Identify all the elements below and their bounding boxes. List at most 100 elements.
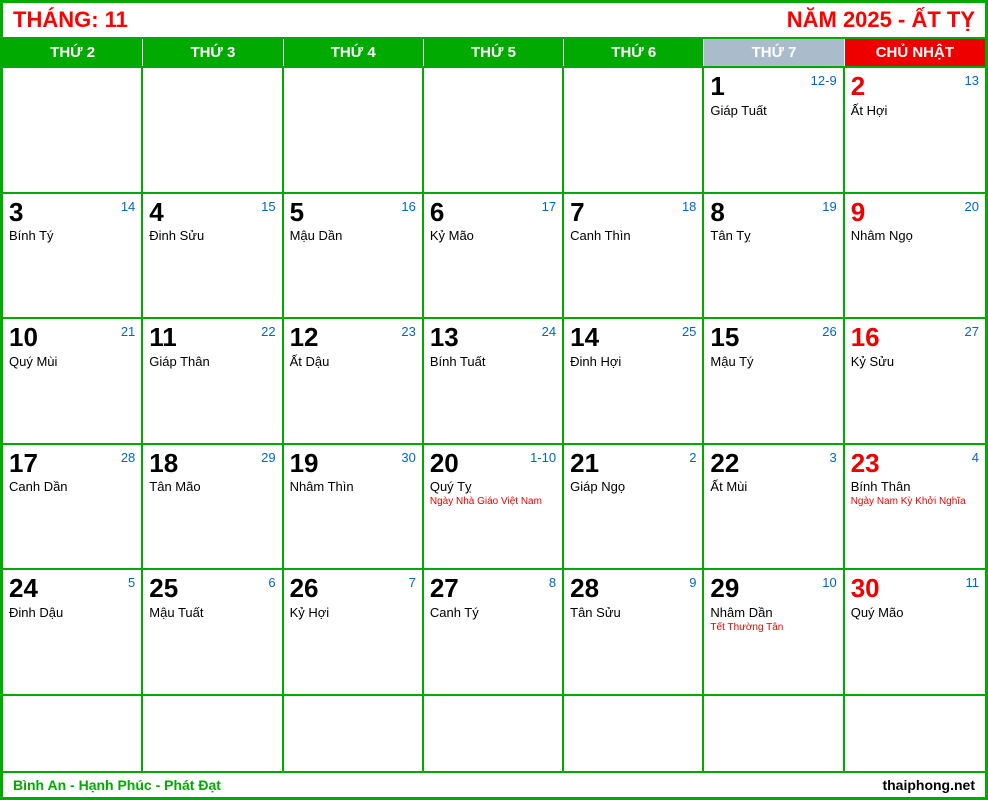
solar-date: 29 [710,574,739,603]
can-chi: Giáp Tuất [710,103,836,118]
solar-date: 18 [149,449,178,478]
calendar-wrapper: THÁNG: 11 NĂM 2025 - ẤT TỴ THỨ 2 THỨ 3 T… [0,0,988,800]
calendar-cell: 1425Đinh Hợi [564,319,704,445]
lunar-date: 21 [121,324,135,340]
can-chi: Mậu Tuất [149,605,275,620]
solar-date: 4 [149,198,163,227]
calendar-cell [845,696,985,772]
calendar-cell: 3011Quý Mão [845,570,985,696]
can-chi: Mậu Dần [290,228,416,243]
lunar-date: 8 [549,575,556,591]
lunar-date: 26 [822,324,836,340]
solar-date: 8 [710,198,724,227]
solar-date: 15 [710,323,739,352]
solar-date: 1 [710,72,724,101]
footer-left: Bình An - Hạnh Phúc - Phát Đạt [13,777,221,793]
can-chi: Bính Tuất [430,354,556,369]
can-chi: Giáp Thân [149,354,275,369]
calendar-cell: 13 24 Bính Tuất [424,319,564,445]
solar-date: 24 [9,574,38,603]
can-chi: Canh Dần [9,479,135,494]
calendar-cell: 718Canh Thìn [564,194,704,320]
solar-date: 17 [9,449,38,478]
can-chi: Quý Mão [851,605,979,620]
event-text: Ngày Nhà Giáo Việt Nam [430,496,556,508]
calendar-cell: 516Mậu Dần [284,194,424,320]
lunar-date: 14 [121,199,135,215]
lunar-date: 19 [822,199,836,215]
calendar-cell: 819Tân Tỵ [704,194,844,320]
can-chi: Tân Sửu [570,605,696,620]
lunar-date: 13 [965,73,979,89]
calendar-cell [424,68,564,194]
event-text: Ngày Nam Kỳ Khởi Nghĩa [851,496,979,508]
calendar-cell [424,696,564,772]
solar-date: 13 [430,323,459,352]
calendar-cell: 1021Quý Mùi [3,319,143,445]
lunar-date: 6 [268,575,275,591]
calendar-cell: 234Bính ThânNgày Nam Kỳ Khởi Nghĩa [845,445,985,571]
calendar-cell: 201-10Quý TỵNgày Nhà Giáo Việt Nam [424,445,564,571]
calendar-cell: 256Mậu Tuất [143,570,283,696]
solar-date: 7 [570,198,584,227]
calendar-cell [3,68,143,194]
calendar-cell: 267Kỷ Hợi [284,570,424,696]
solar-date: 20 [430,449,459,478]
calendar-cell [143,696,283,772]
calendar-cell [564,68,704,194]
can-chi: Mậu Tý [710,354,836,369]
calendar-cell: 27 8 Canh Tý [424,570,564,696]
lunar-date: 17 [542,199,556,215]
day-header-thu6: THỨ 6 [564,39,704,66]
calendar-cell: 920Nhâm Ngọ [845,194,985,320]
calendar-cell: 289Tân Sửu [564,570,704,696]
solar-date: 22 [710,449,739,478]
lunar-date: 18 [682,199,696,215]
solar-date: 27 [430,574,459,603]
calendar-cell: 24 5 Đinh Dậu [3,570,143,696]
calendar-cell [704,696,844,772]
lunar-date: 30 [401,450,415,466]
lunar-date: 15 [261,199,275,215]
can-chi: Quý Tỵ [430,479,556,494]
solar-date: 3 [9,198,23,227]
can-chi: Nhâm Thìn [290,479,416,494]
calendar-cell: 213Ất Hợi [845,68,985,194]
can-chi: Kỷ Sửu [851,354,979,369]
calendar-cell [143,68,283,194]
calendar-cell: 223Ất Mùi [704,445,844,571]
lunar-date: 4 [972,450,979,466]
lunar-date: 16 [401,199,415,215]
calendar-cell: 212Giáp Ngọ [564,445,704,571]
footer-right: thaiphong.net [882,777,975,793]
solar-date: 26 [290,574,319,603]
can-chi: Đinh Sửu [149,228,275,243]
can-chi: Canh Tý [430,605,556,620]
can-chi: Đinh Dậu [9,605,135,620]
calendar-cell: 15 26 Mậu Tý [704,319,844,445]
calendar-cell: 2910Nhâm DầnTết Thường Tân [704,570,844,696]
lunar-date: 5 [128,575,135,591]
lunar-date: 2 [689,450,696,466]
solar-date: 28 [570,574,599,603]
lunar-date: 24 [542,324,556,340]
lunar-date: 29 [261,450,275,466]
day-header-chunhat: CHỦ NHẬT [845,39,985,66]
header-row: THÁNG: 11 NĂM 2025 - ẤT TỴ [3,3,985,39]
calendar-cell: 1930Nhâm Thìn [284,445,424,571]
solar-date: 23 [851,449,880,478]
day-header-thu2: THỨ 2 [3,39,143,66]
calendar-cell [3,696,143,772]
header-month: THÁNG: 11 [13,7,128,33]
calendar-cell: 1829Tân Mão [143,445,283,571]
lunar-date: 23 [401,324,415,340]
lunar-date: 7 [409,575,416,591]
calendar-cell: 1122Giáp Thân [143,319,283,445]
event-text: Tết Thường Tân [710,622,836,634]
footer-row: Bình An - Hạnh Phúc - Phát Đạt thaiphong… [3,771,985,797]
calendar-cell: 4 15 Đinh Sửu [143,194,283,320]
solar-date: 2 [851,72,865,101]
calendar-cell: 1627Kỷ Sửu [845,319,985,445]
lunar-date: 27 [965,324,979,340]
thang-label: THÁNG: [13,7,105,32]
